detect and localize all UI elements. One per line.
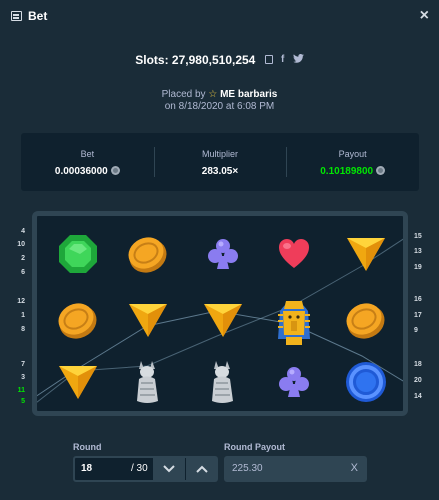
bet-value: 0.00036000: [54, 166, 108, 177]
copy-icon[interactable]: [264, 55, 273, 65]
diamond-yellow-symbol: [190, 290, 256, 350]
modal-title: Bet: [28, 9, 48, 23]
bet-slip-icon: [11, 11, 22, 21]
bet-label: Bet: [80, 149, 95, 159]
payline-number: 12: [17, 298, 25, 305]
gem-green-symbol: [45, 224, 111, 284]
payline-number: 7: [21, 361, 25, 368]
payline-number: 3: [21, 374, 25, 381]
coin-gold-symbol: [333, 290, 399, 350]
round-current-value[interactable]: 18: [81, 463, 92, 474]
round-next-button[interactable]: [186, 456, 218, 482]
payline-number: 20: [414, 377, 422, 384]
payout-label: Payout: [338, 149, 367, 159]
round-total: / 30: [131, 463, 148, 474]
username-link[interactable]: ME barbaris: [220, 89, 277, 100]
multiplier-label: Multiplier: [202, 149, 239, 159]
clear-icon[interactable]: X: [351, 462, 358, 474]
payline-number: 17: [414, 312, 422, 319]
multiplier-column: Multiplier 283.05×: [153, 133, 287, 191]
game-id-row: Slots: 27,980,510,254 f: [0, 52, 439, 67]
placed-by-label: Placed by: [161, 89, 206, 100]
payline-number: 16: [414, 296, 422, 303]
slot-reels-board: [32, 211, 408, 416]
placed-by-info: Placed by ☆ ME barbaris on 8/18/2020 at …: [0, 89, 439, 113]
payline-number: 9: [414, 327, 418, 334]
close-button[interactable]: ×: [420, 7, 429, 25]
coin-gold-symbol: [115, 224, 181, 284]
payline-number: 5: [21, 398, 25, 405]
chevron-down-icon: [163, 465, 175, 473]
diamond-yellow-symbol: [115, 290, 181, 350]
heart-red-symbol: [261, 224, 327, 284]
slots-label: Slots: 27,980,510,254: [135, 52, 256, 67]
multiplier-value: 283.05×: [201, 166, 239, 177]
cat-statue-symbol: [190, 352, 256, 411]
payline-number: 10: [17, 241, 25, 248]
round-payout-field: 225.30 X: [224, 456, 367, 482]
diamond-yellow-symbol: [333, 224, 399, 284]
currency-coin-icon: [110, 166, 120, 175]
bet-summary: Bet 0.00036000 Multiplier 283.05× Payout…: [21, 133, 419, 191]
diamond-yellow-symbol: [45, 352, 111, 411]
cat-statue-symbol: [115, 352, 181, 411]
ring-blue-symbol: [333, 352, 399, 411]
bet-column: Bet 0.00036000: [21, 133, 154, 191]
club-purple-symbol: [190, 224, 256, 284]
placed-date: on 8/18/2020 at 6:08 PM: [164, 101, 275, 112]
round-prev-button[interactable]: [153, 456, 185, 482]
club-purple-symbol: [261, 352, 327, 411]
payline-number: 6: [21, 269, 25, 276]
round-payout-label: Round Payout: [224, 442, 285, 452]
round-label: Round: [73, 442, 102, 452]
facebook-icon[interactable]: f: [281, 54, 284, 65]
payline-number: 1: [21, 312, 25, 319]
payline-number: 4: [21, 228, 25, 235]
payout-value: 0.10189800: [320, 166, 374, 177]
round-payout-value: 225.30: [232, 463, 263, 474]
pharaoh-symbol: [261, 290, 327, 350]
coin-gold-symbol: [45, 290, 111, 350]
payline-number: 13: [414, 248, 422, 255]
payline-number: 11: [17, 387, 25, 394]
payline-number: 15: [414, 233, 422, 240]
modal-header: Bet ×: [0, 0, 439, 34]
payline-number: 2: [21, 255, 25, 262]
payline-number: 8: [21, 326, 25, 333]
twitter-icon[interactable]: [292, 53, 304, 66]
payline-number: 14: [414, 393, 422, 400]
vip-star-icon: ☆: [208, 89, 218, 100]
payout-column: Payout 0.10189800: [286, 133, 419, 191]
payline-number: 18: [414, 361, 422, 368]
currency-coin-icon: [376, 166, 386, 175]
chevron-up-icon: [196, 465, 208, 473]
payline-number: 19: [414, 264, 422, 271]
